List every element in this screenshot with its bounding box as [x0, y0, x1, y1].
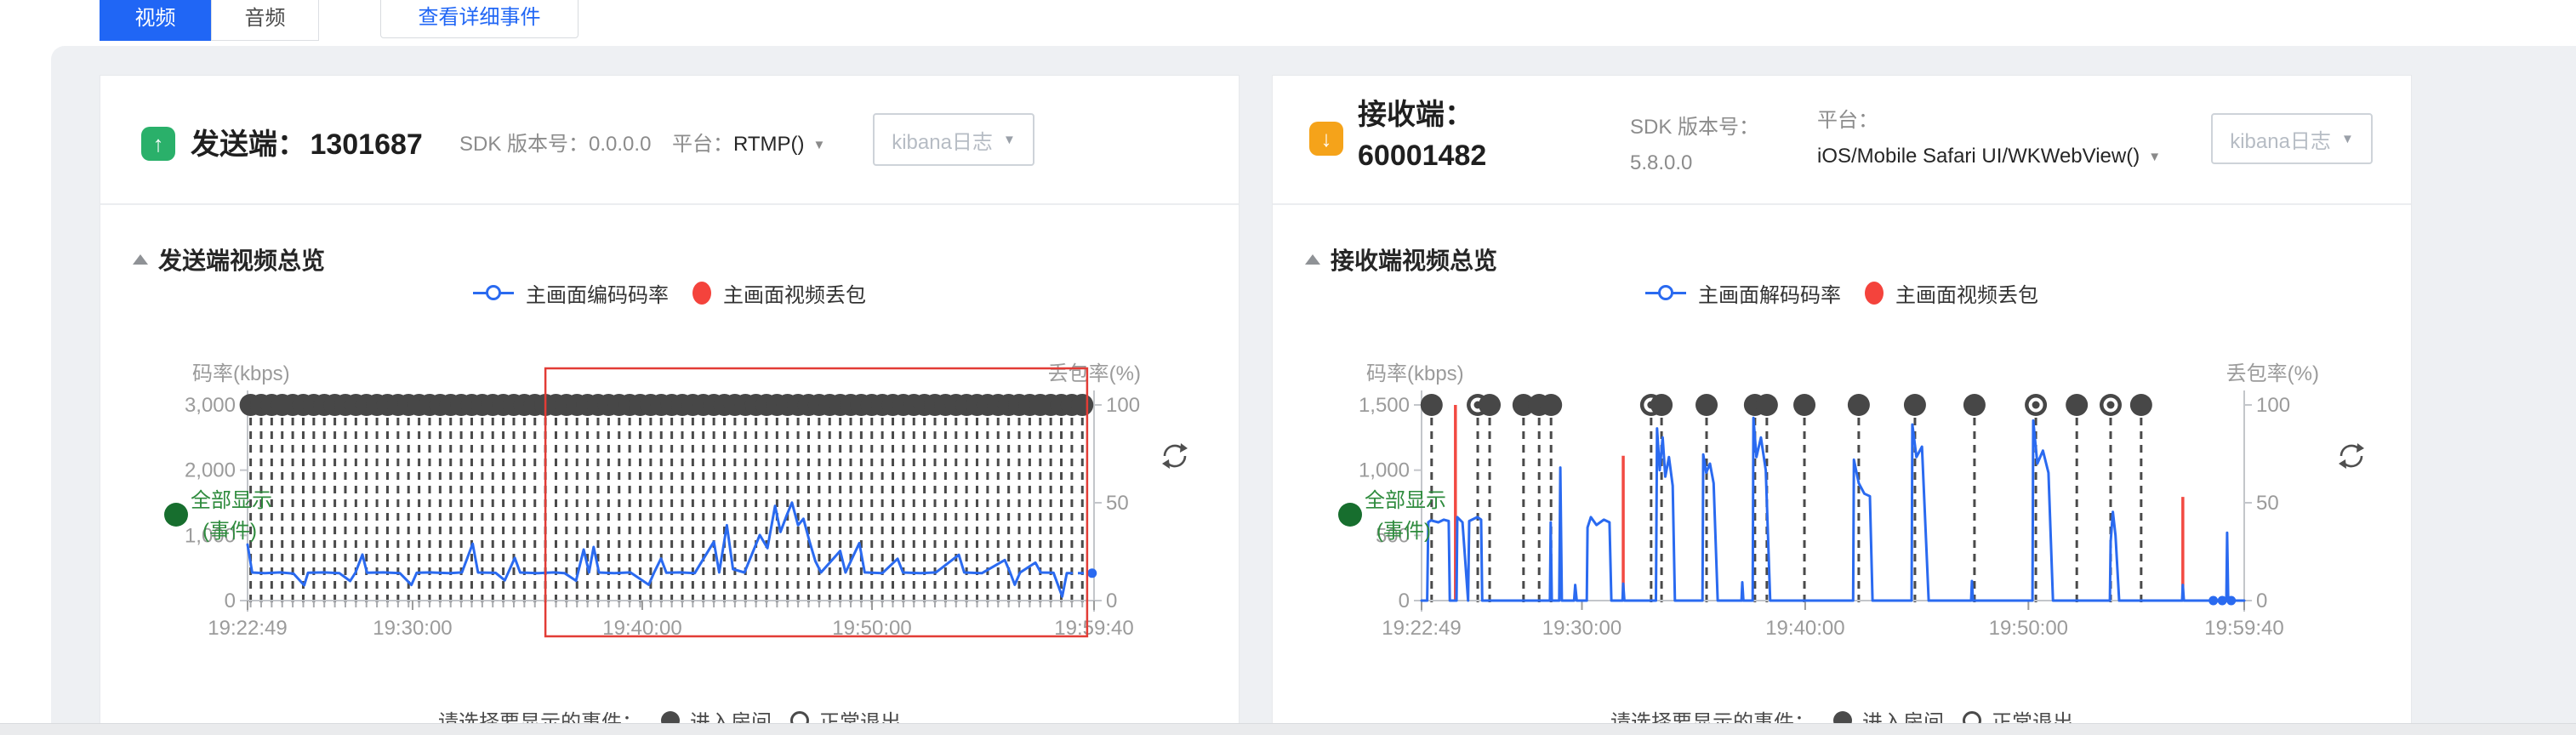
sdk-label: SDK 版本号： [1630, 110, 1759, 145]
svg-text:19:30:00: 19:30:00 [373, 617, 452, 640]
svg-text:丢包率(%): 丢包率(%) [1048, 362, 1141, 385]
svg-text:19:40:00: 19:40:00 [1765, 617, 1844, 640]
show-all-line2: (事件) [191, 516, 272, 547]
legend-loss[interactable]: 主画面视频丢包 [692, 278, 866, 308]
upload-arrow-icon: ↑ [141, 127, 175, 161]
svg-text:50: 50 [1106, 492, 1129, 515]
legend-loss-label: 主画面视频丢包 [1895, 278, 2038, 308]
chevron-down-icon: ▼ [2148, 140, 2161, 175]
show-all-line2: (事件) [1365, 516, 1446, 547]
red-dot-icon [1865, 282, 1884, 305]
receiver-kibana-log-button[interactable]: kibana日志 ▼ [2211, 113, 2373, 164]
legend-bitrate[interactable]: 主画面解码码率 [1645, 278, 1841, 308]
sdk-value: 5.8.0.0 [1630, 145, 1759, 181]
receiver-platform-dropdown[interactable]: 平台： iOS/Mobile Safari UI/WKWebView() ▼ [1817, 103, 2161, 175]
red-dot-icon [692, 282, 711, 305]
horizontal-scrollbar[interactable] [0, 723, 2576, 735]
sender-overview-title: 发送端视频总览 [158, 242, 325, 276]
chevron-down-icon: ▼ [2341, 132, 2354, 146]
page: 视频 音频 查看详细事件 ↑ 发送端： 1301687 SDK 版本号：0.0.… [0, 0, 2576, 735]
sdk-label: SDK 版本号： [459, 133, 589, 156]
sender-overview-title-row[interactable]: 发送端视频总览 [133, 242, 325, 276]
svg-text:1,000: 1,000 [1359, 459, 1410, 482]
legend-loss-label: 主画面视频丢包 [723, 278, 866, 308]
download-arrow-icon: ↓ [1309, 122, 1343, 156]
platform-label: 平台： [1817, 103, 2161, 139]
show-all-events-label[interactable]: 全部显示 (事件) [191, 486, 272, 547]
svg-text:19:22:49: 19:22:49 [1382, 617, 1461, 640]
platform-value: RTMP() [733, 133, 805, 156]
show-all-events-label[interactable]: 全部显示 (事件) [1365, 486, 1446, 547]
kibana-label: kibana日志 [2230, 124, 2331, 154]
svg-text:19:22:49: 19:22:49 [208, 617, 287, 640]
line-marker-icon [1645, 292, 1686, 294]
legend-bitrate[interactable]: 主画面编码码率 [473, 278, 669, 308]
svg-text:码率(kbps): 码率(kbps) [192, 362, 290, 385]
receiver-role-label: 接收端： [1358, 94, 1486, 135]
sender-legend: 主画面编码码率 主画面视频丢包 [100, 278, 1239, 308]
platform-value: iOS/Mobile Safari UI/WKWebView() [1817, 145, 2140, 168]
sender-kibana-log-button[interactable]: kibana日志 ▼ [873, 113, 1034, 166]
svg-text:0: 0 [1399, 590, 1410, 612]
svg-text:50: 50 [2256, 492, 2279, 515]
svg-text:3,000: 3,000 [185, 394, 236, 417]
sender-card: ↑ 发送端： 1301687 SDK 版本号：0.0.0.0 平台：RTMP()… [100, 75, 1240, 735]
chevron-down-icon: ▼ [1003, 133, 1016, 147]
line-marker-icon [473, 292, 514, 294]
svg-text:0: 0 [225, 590, 236, 612]
receiver-card: ↓ 接收端： 60001482 SDK 版本号： 5.8.0.0 平台： iOS… [1272, 75, 2412, 735]
legend-bitrate-label: 主画面编码码率 [526, 278, 669, 308]
receiver-overview-title-row[interactable]: 接收端视频总览 [1305, 242, 1497, 276]
svg-text:码率(kbps): 码率(kbps) [1366, 362, 1464, 385]
tab-audio[interactable]: 音频 [211, 0, 319, 41]
kibana-label: kibana日志 [892, 125, 993, 155]
legend-loss[interactable]: 主画面视频丢包 [1865, 278, 2038, 308]
receiver-user-id: 60001482 [1358, 135, 1486, 176]
chevron-down-icon: ▼ [813, 138, 826, 152]
svg-text:0: 0 [2256, 590, 2267, 612]
tab-video[interactable]: 视频 [100, 0, 211, 41]
sdk-value: 0.0.0.0 [589, 133, 651, 156]
show-all-events-dot[interactable] [164, 503, 188, 527]
sender-platform-dropdown[interactable]: 平台：RTMP() ▼ [672, 127, 825, 157]
svg-text:19:59:40: 19:59:40 [2204, 617, 2283, 640]
svg-text:100: 100 [2256, 394, 2290, 417]
show-all-events-dot[interactable] [1338, 503, 1362, 527]
receiver-overview-title: 接收端视频总览 [1331, 242, 1497, 276]
sender-role-line: 发送端： 1301687 [191, 121, 423, 162]
view-detail-events-button[interactable]: 查看详细事件 [380, 0, 578, 38]
svg-text:0: 0 [1106, 590, 1117, 612]
show-all-line1: 全部显示 [1365, 486, 1446, 516]
platform-label: 平台： [672, 133, 733, 156]
sender-sdk-version: SDK 版本号：0.0.0.0 [459, 127, 651, 157]
refresh-icon[interactable] [1159, 440, 1191, 472]
receiver-sdk-version: SDK 版本号： 5.8.0.0 [1630, 110, 1759, 181]
svg-text:1,500: 1,500 [1359, 394, 1410, 417]
sender-role-label: 发送端： [191, 128, 306, 161]
show-all-line1: 全部显示 [191, 486, 272, 516]
svg-text:19:50:00: 19:50:00 [1989, 617, 2068, 640]
refresh-icon[interactable] [2335, 440, 2368, 472]
sender-user-id: 1301687 [310, 128, 422, 161]
receiver-legend: 主画面解码码率 主画面视频丢包 [1273, 278, 2411, 308]
receiver-header: ↓ 接收端： 60001482 SDK 版本号： 5.8.0.0 平台： iOS… [1273, 76, 2411, 205]
svg-text:丢包率(%): 丢包率(%) [2226, 362, 2319, 385]
svg-text:19:30:00: 19:30:00 [1542, 617, 1621, 640]
collapse-up-icon [133, 254, 148, 265]
legend-bitrate-label: 主画面解码码率 [1698, 278, 1841, 308]
collapse-up-icon [1305, 254, 1320, 265]
svg-text:2,000: 2,000 [185, 459, 236, 482]
svg-text:100: 100 [1106, 394, 1140, 417]
receiver-role-block: 接收端： 60001482 [1358, 94, 1486, 176]
sender-header: ↑ 发送端： 1301687 SDK 版本号：0.0.0.0 平台：RTMP()… [100, 76, 1239, 205]
